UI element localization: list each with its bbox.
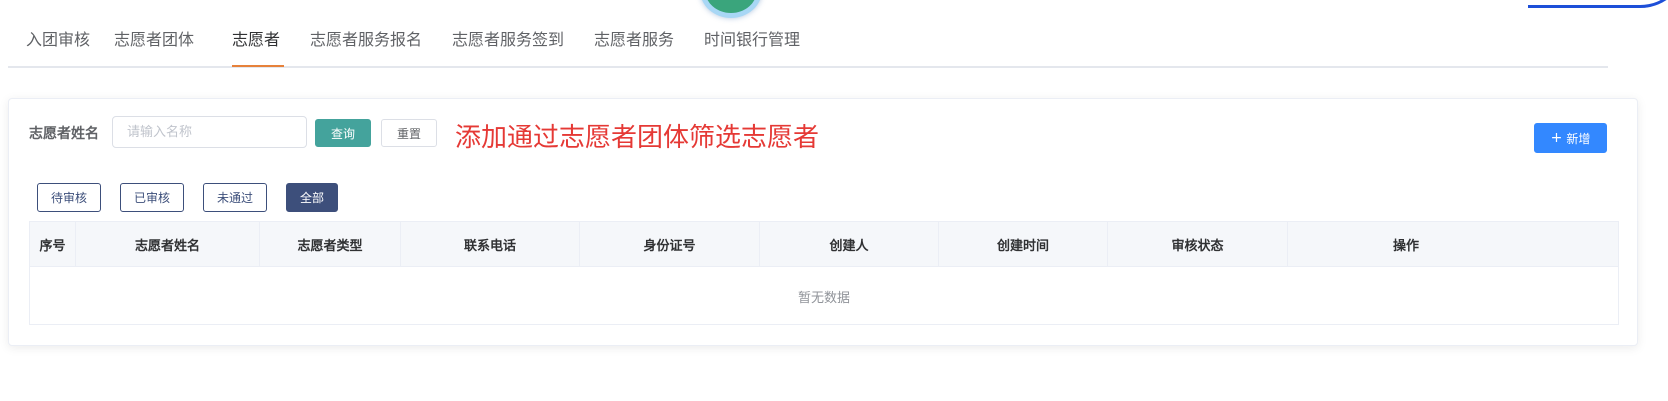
volunteer-list-card: 志愿者姓名 查询 重置 添加通过志愿者团体筛选志愿者 + 新增 待审核 已审核 … <box>8 98 1638 346</box>
annotation-note: 添加通过志愿者团体筛选志愿者 <box>455 123 820 153</box>
volunteer-table: 序号 志愿者姓名 志愿者类型 联系电话 身份证号 创建人 创建时间 审核状态 操… <box>29 221 1619 325</box>
plus-icon: + <box>1550 130 1563 146</box>
add-button-label: 新增 <box>1566 131 1591 146</box>
add-button[interactable]: + 新增 <box>1534 123 1607 153</box>
status-approved-button[interactable]: 已审核 <box>120 183 184 212</box>
column-header: 志愿者姓名 <box>76 222 260 266</box>
floating-app-icon[interactable] <box>700 0 762 18</box>
status-pending-button[interactable]: 待审核 <box>37 183 101 212</box>
empty-state-text: 暂无数据 <box>797 290 850 306</box>
query-button[interactable]: 查询 <box>315 119 371 147</box>
column-header: 联系电话 <box>401 222 580 266</box>
tab-volunteer-groups[interactable]: 志愿者团体 <box>114 26 194 50</box>
column-header: 志愿者类型 <box>260 222 401 266</box>
status-all-button[interactable]: 全部 <box>286 183 338 212</box>
name-filter-label: 志愿者姓名 <box>29 126 99 142</box>
column-header: 操作 <box>1392 238 1419 254</box>
reset-button[interactable]: 重置 <box>381 119 437 147</box>
corner-decoration <box>1528 0 1668 8</box>
tab-bar: 入团审核 志愿者团体 志愿者 志愿者服务报名 志愿者服务签到 志愿者服务 时间银… <box>8 20 1608 68</box>
tab-service-signup[interactable]: 志愿者服务报名 <box>310 26 422 50</box>
tab-time-bank[interactable]: 时间银行管理 <box>704 26 800 50</box>
tab-volunteers[interactable]: 志愿者 <box>232 26 280 50</box>
column-header: 身份证号 <box>580 222 760 266</box>
active-tab-indicator <box>232 65 284 67</box>
status-rejected-button[interactable]: 未通过 <box>203 183 267 212</box>
name-search-input[interactable] <box>112 116 307 148</box>
column-header: 序号 <box>30 222 76 266</box>
column-header: 创建时间 <box>939 222 1108 266</box>
tab-join-review[interactable]: 入团审核 <box>26 26 90 50</box>
tab-volunteer-service[interactable]: 志愿者服务 <box>594 26 674 50</box>
column-header: 审核状态 <box>1108 222 1288 266</box>
tab-service-checkin[interactable]: 志愿者服务签到 <box>452 26 564 50</box>
table-header: 序号 志愿者姓名 志愿者类型 联系电话 身份证号 创建人 创建时间 审核状态 操… <box>30 222 1618 267</box>
column-header: 创建人 <box>760 222 939 266</box>
